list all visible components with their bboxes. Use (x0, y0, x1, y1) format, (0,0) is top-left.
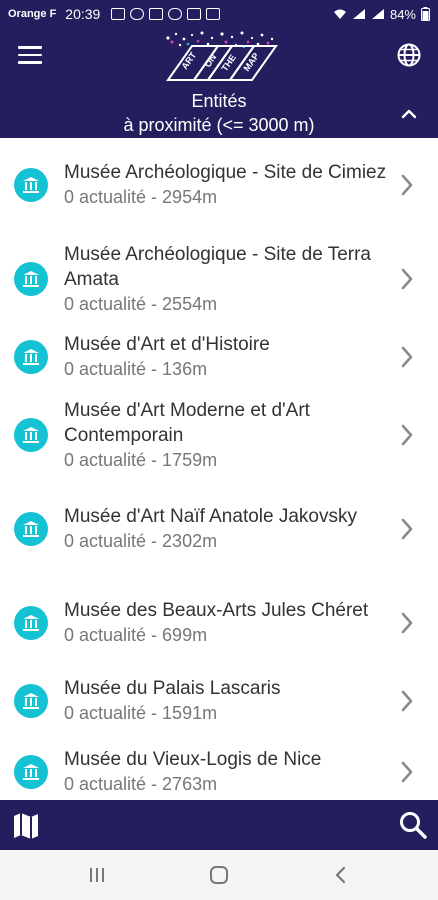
chevron-right-icon[interactable] (392, 342, 422, 372)
list-item[interactable]: Musée d'Art Moderne et d'Art Contemporai… (0, 388, 438, 482)
museum-icon (14, 168, 48, 202)
museum-icon (14, 512, 48, 546)
chevron-right-icon[interactable] (392, 757, 422, 787)
entity-meta: 0 actualité - 2763m (64, 774, 218, 794)
list-item[interactable]: Musée du Vieux-Logis de Nice 0 actualité … (0, 732, 438, 800)
entity-meta: 0 actualité - 1591m (64, 703, 218, 723)
entity-name: Musée Archéologique - Site de Cimiez (64, 162, 387, 183)
menu-icon (18, 46, 42, 49)
list-item[interactable]: Musée des Beaux-Arts Jules Chéret 0 actua… (0, 576, 438, 670)
back-icon[interactable] (330, 864, 352, 886)
item-text: Musée Archéologique - Site de Cimiez 0 ac… (64, 160, 392, 210)
entity-name: Musée du Palais Lascaris (64, 678, 281, 699)
entity-meta: 0 actualité - 2554m (64, 293, 218, 314)
list-item[interactable]: Musée Archéologique - Site de Cimiez 0 ac… (0, 138, 438, 232)
chevron-up-icon[interactable] (400, 106, 418, 120)
wifi-icon (333, 9, 346, 19)
home-icon[interactable] (208, 864, 230, 886)
museum-icon (14, 755, 48, 789)
battery-icon (421, 7, 430, 21)
app-header: ART ON THE MAP Entités à proximité (<= 3… (0, 28, 438, 138)
entity-name: Musée des Beaux-Arts Jules Chéret (64, 600, 369, 621)
app-logo: ART ON THE MAP (166, 31, 278, 81)
chevron-right-icon[interactable] (392, 514, 422, 544)
notification-icon (187, 8, 202, 20)
signal-icon (352, 9, 365, 19)
notification-icon (130, 8, 145, 20)
notification-icons (111, 8, 221, 20)
entity-name: Musée d'Art et d'Histoire (64, 334, 270, 355)
entity-list: Musée Archéologique - Site de Cimiez 0 ac… (0, 138, 438, 800)
item-text: Musée Archéologique - Site de Terra Amat… (64, 242, 392, 317)
logo-text: ON (202, 52, 218, 69)
page-title: Entités (191, 91, 247, 111)
entity-name: Musée d'Art Moderne et d'Art Contemporai… (64, 399, 310, 446)
list-item[interactable]: Musée Archéologique - Site de Terra Amat… (0, 232, 438, 326)
recent-apps-icon[interactable] (86, 864, 108, 886)
chevron-right-icon[interactable] (392, 264, 422, 294)
map-icon[interactable] (12, 810, 40, 840)
museum-icon (14, 340, 48, 374)
carrier-label: Orange F (8, 8, 57, 20)
list-item[interactable]: Musée d'Art et d'Histoire 0 actualité - 1… (0, 326, 438, 388)
item-text: Musée d'Art et d'Histoire 0 actualité - 1… (64, 332, 392, 382)
globe-icon[interactable] (396, 42, 422, 68)
chevron-right-icon[interactable] (392, 170, 422, 200)
museum-icon (14, 418, 48, 452)
notification-icon (206, 8, 221, 20)
chevron-right-icon[interactable] (392, 420, 422, 450)
entity-meta: 0 actualité - 2954m (64, 187, 218, 207)
item-text: Musée d'Art Moderne et d'Art Contemporai… (64, 398, 392, 473)
chevron-right-icon[interactable] (392, 686, 422, 716)
status-bar: Orange F 20:39 84% (0, 0, 438, 28)
page-subtitle: à proximité (<= 3000 m) (123, 115, 315, 135)
notification-icon (111, 8, 126, 20)
clock: 20:39 (65, 6, 101, 22)
item-text: Musée d'Art Naïf Anatole Jakovsky 0 actua… (64, 504, 392, 554)
museum-icon (14, 262, 48, 296)
chevron-right-icon[interactable] (392, 608, 422, 638)
bottom-toolbar (0, 800, 438, 850)
notification-icon (168, 8, 183, 20)
notification-icon (149, 8, 164, 20)
system-nav-bar (0, 850, 438, 900)
list-item[interactable]: Musée d'Art Naïf Anatole Jakovsky 0 actua… (0, 482, 438, 576)
entity-meta: 0 actualité - 2302m (64, 531, 218, 551)
entity-name: Musée du Vieux-Logis de Nice (64, 749, 322, 770)
logo-text: ART (179, 50, 198, 71)
entity-name: Musée d'Art Naïf Anatole Jakovsky (64, 506, 357, 527)
entity-meta: 0 actualité - 136m (64, 359, 208, 379)
entity-meta: 0 actualité - 699m (64, 625, 208, 645)
status-right: 84% (333, 7, 430, 22)
entity-meta: 0 actualité - 1759m (64, 449, 218, 470)
item-text: Musée du Vieux-Logis de Nice 0 actualité … (64, 747, 392, 797)
item-text: Musée du Palais Lascaris 0 actualité - 15… (64, 676, 392, 726)
battery-percent: 84% (389, 6, 416, 22)
logo-text: THE (219, 53, 238, 73)
item-text: Musée des Beaux-Arts Jules Chéret 0 actua… (64, 598, 392, 648)
menu-button[interactable] (18, 46, 42, 66)
status-left: Orange F 20:39 (8, 6, 221, 22)
museum-icon (14, 606, 48, 640)
entity-name: Musée Archéologique - Site de Terra Amat… (64, 243, 371, 290)
list-item[interactable]: Musée du Palais Lascaris 0 actualité - 15… (0, 670, 438, 732)
signal-icon (371, 9, 384, 19)
museum-icon (14, 684, 48, 718)
search-icon[interactable] (398, 810, 428, 840)
